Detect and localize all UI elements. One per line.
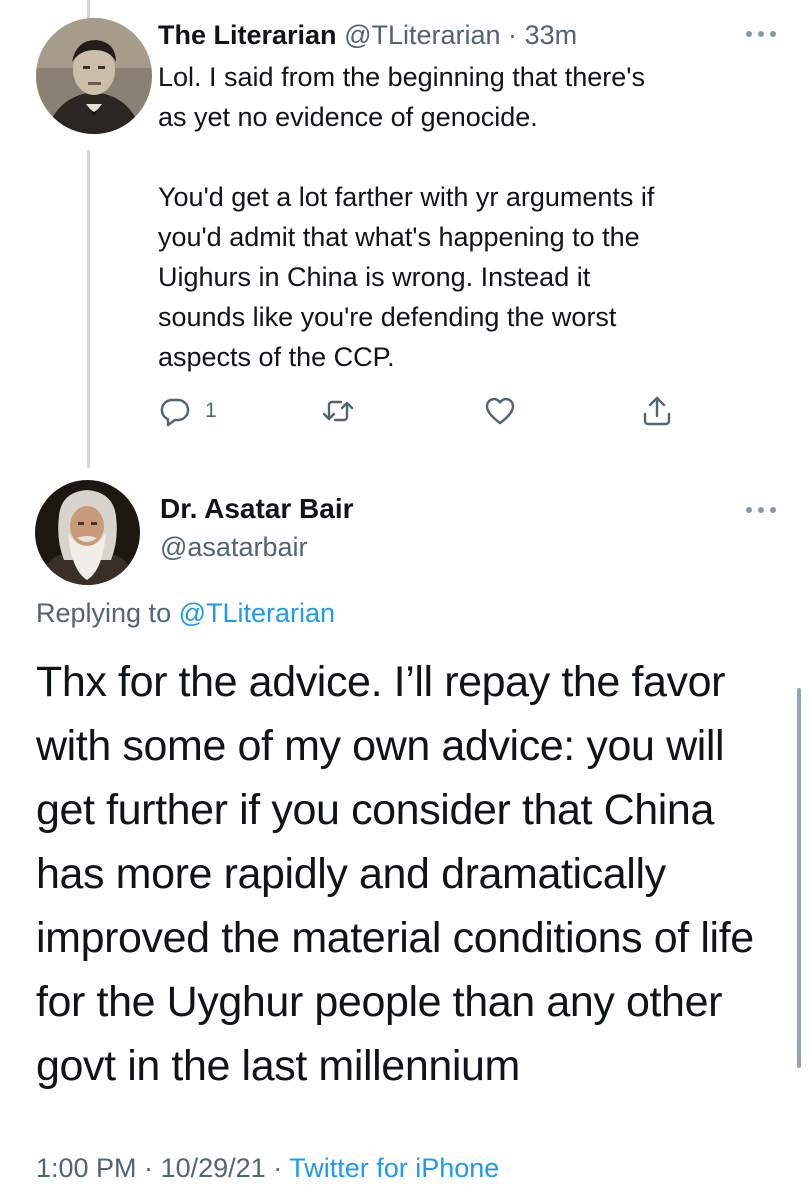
tweet-date: 10/29/21	[160, 1153, 266, 1183]
tweet-source[interactable]: Twitter for iPhone	[289, 1153, 499, 1183]
author-display-name[interactable]: Dr. Asatar Bair	[160, 490, 354, 528]
scrollbar[interactable]	[797, 688, 801, 1068]
parent-tweet-text-2: You'd get a lot farther with yr argument…	[158, 182, 655, 372]
thread-line-connector	[87, 150, 90, 468]
retweet-icon	[322, 400, 354, 422]
retweet-button[interactable]	[322, 394, 354, 428]
main-more-icon[interactable]	[746, 503, 776, 517]
reply-button[interactable]: 1	[159, 394, 217, 428]
replying-to-mention[interactable]: @TLiterarian	[179, 598, 335, 628]
parent-tweet-text-1: Lol. I said from the beginning that ther…	[158, 62, 645, 132]
meta-separator-1: ·	[144, 1153, 154, 1183]
main-tweet-text: Thx for the advice. I’ll repay the favor…	[36, 658, 754, 1090]
tweet-meta: 1:00 PM · 10/29/21 · Twitter for iPhone	[36, 1148, 499, 1188]
like-button[interactable]	[484, 394, 516, 428]
meta-separator-2: ·	[273, 1153, 283, 1183]
replying-to-prefix: Replying to	[36, 598, 172, 628]
parent-time[interactable]: 33m	[525, 20, 578, 50]
parent-separator: ·	[508, 20, 518, 50]
author-handle[interactable]: @asatarbair	[160, 528, 307, 566]
like-icon	[485, 397, 515, 425]
parent-more-icon[interactable]	[746, 27, 776, 41]
author-avatar[interactable]	[35, 480, 140, 585]
reply-count: 1	[205, 399, 217, 422]
share-icon	[643, 396, 671, 426]
thread-line-top	[87, 0, 90, 18]
tweet-time: 1:00 PM	[36, 1153, 137, 1183]
reply-icon	[160, 398, 190, 427]
parent-handle[interactable]: @TLiterarian	[344, 20, 500, 50]
share-button[interactable]	[641, 394, 673, 428]
parent-tweet-header: The Literarian @TLiterarian · 33m	[158, 16, 577, 54]
parent-display-name[interactable]: The Literarian	[158, 20, 337, 50]
parent-avatar[interactable]	[36, 18, 152, 134]
replying-to: Replying to @TLiterarian	[36, 594, 335, 632]
